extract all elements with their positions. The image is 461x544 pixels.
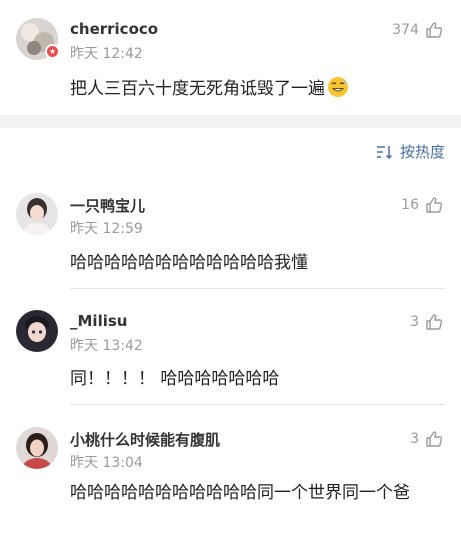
like-count: 3 <box>410 431 419 447</box>
avatar[interactable] <box>16 310 58 352</box>
like-count: 3 <box>410 314 419 330</box>
verified-badge-icon: ★ <box>45 44 60 59</box>
thumbs-up-icon <box>426 314 443 330</box>
like-button[interactable]: 3 <box>410 313 443 331</box>
sort-toggle[interactable]: 按热度 <box>376 141 445 162</box>
comment-time: 昨天 13:04 <box>70 455 143 471</box>
comment-time: 昨天 13:42 <box>70 338 143 354</box>
thumbs-up-icon <box>426 431 443 447</box>
avatar[interactable] <box>16 427 58 469</box>
like-count: 374 <box>392 22 419 38</box>
comment-time: 昨天 12:59 <box>70 221 143 237</box>
comment-text: 把人三百六十度无死角诋毁了一遍 <box>70 74 440 104</box>
like-button[interactable]: 16 <box>401 196 443 214</box>
username[interactable]: _Milisu <box>70 312 127 330</box>
sort-icon <box>376 145 393 159</box>
username[interactable]: 小桃什么时候能有腹肌 <box>70 429 220 450</box>
thumbs-up-icon <box>426 22 443 38</box>
like-button[interactable]: 3 <box>410 430 443 448</box>
username[interactable]: cherricoco <box>70 20 158 38</box>
comment-text: 哈哈哈哈哈哈哈哈哈哈哈同一个世界同一个爸 <box>70 483 410 503</box>
section-separator <box>0 115 461 128</box>
comment-text: 同！！！！ 哈哈哈哈哈哈哈 <box>70 369 280 389</box>
sort-label: 按热度 <box>399 143 445 161</box>
divider <box>70 288 445 289</box>
thumbs-up-icon <box>426 197 443 213</box>
like-button[interactable]: 374 <box>392 21 443 39</box>
comment-text: 哈哈哈哈哈哈哈哈哈哈哈哈我懂 <box>70 253 308 273</box>
comment-text-content: 把人三百六十度无死角诋毁了一遍 <box>70 79 325 99</box>
username[interactable]: 一只鸭宝儿 <box>70 195 145 216</box>
grinning-sweat-emoji-icon <box>328 77 348 97</box>
comment-time: 昨天 12:42 <box>70 46 143 62</box>
like-count: 16 <box>401 197 419 213</box>
divider <box>70 404 445 405</box>
avatar[interactable] <box>16 193 58 235</box>
